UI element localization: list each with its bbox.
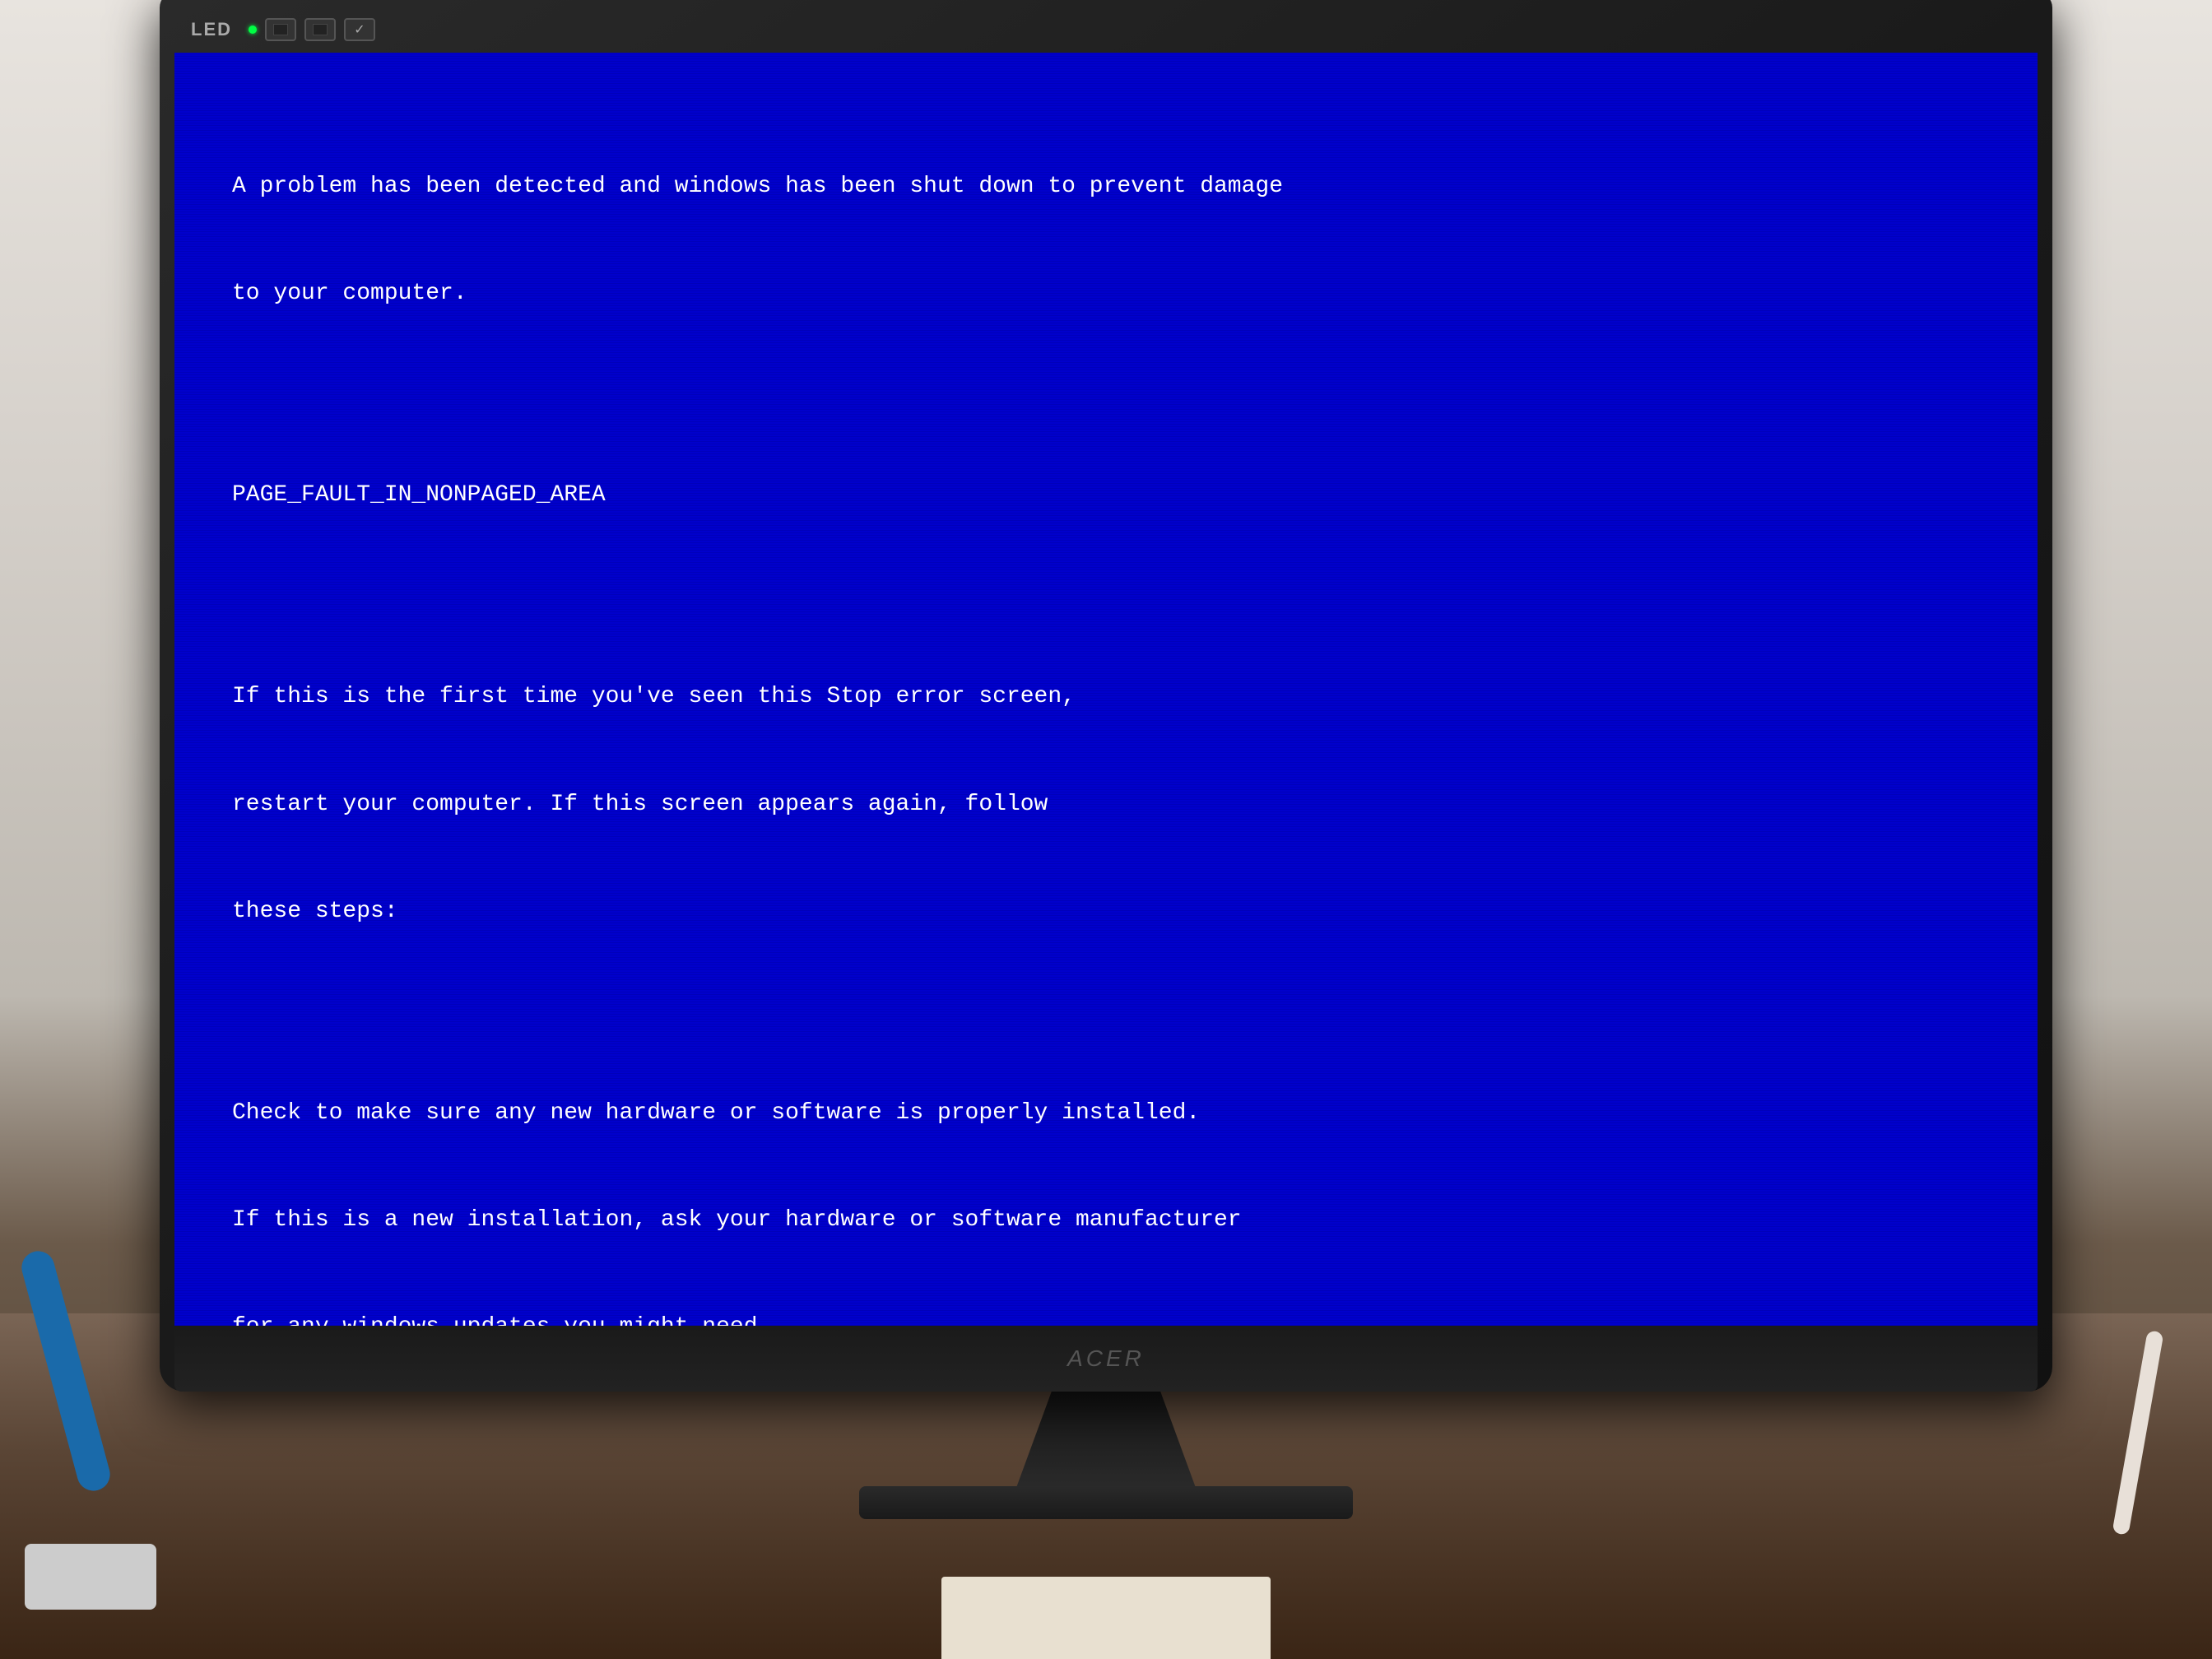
monitor-led-label: LED	[191, 19, 232, 40]
remote-control	[25, 1544, 156, 1610]
monitor: LED ✓ A problem has been detected and wi…	[160, 0, 2052, 1392]
bsod-line-1: A problem has been detected and windows …	[232, 169, 1980, 204]
bsod-line-8: these steps:	[232, 894, 1980, 929]
bsod-line-7: restart your computer. If this screen ap…	[232, 787, 1980, 822]
bsod-line-4: PAGE_FAULT_IN_NONPAGED_AREA	[232, 477, 1980, 513]
bsod-spacer-3	[232, 1001, 1980, 1024]
monitor-button-3[interactable]: ✓	[344, 18, 375, 41]
bsod-line-11: If this is a new installation, ask your …	[232, 1202, 1980, 1238]
monitor-base	[859, 1486, 1353, 1519]
monitor-bezel-bottom: ACER	[174, 1326, 2038, 1392]
bsod-screen: A problem has been detected and windows …	[174, 53, 2038, 1326]
acer-logo: ACER	[1067, 1345, 1145, 1372]
monitor-button-2[interactable]	[304, 18, 336, 41]
bsod-spacer-1	[232, 383, 1980, 407]
led-indicator	[249, 26, 257, 34]
bsod-spacer-2	[232, 585, 1980, 608]
bsod-content: A problem has been detected and windows …	[232, 98, 1980, 1326]
monitor-top-bar: LED ✓	[174, 7, 2038, 53]
bsod-line-6: If this is the first time you've seen th…	[232, 679, 1980, 714]
monitor-stand	[1015, 1392, 1197, 1490]
paper-sheet	[941, 1577, 1271, 1659]
bsod-line-10: Check to make sure any new hardware or s…	[232, 1095, 1980, 1131]
bsod-line-12: for any windows updates you might need.	[232, 1309, 1980, 1326]
monitor-button-1[interactable]	[265, 18, 296, 41]
bsod-line-2: to your computer.	[232, 276, 1980, 311]
